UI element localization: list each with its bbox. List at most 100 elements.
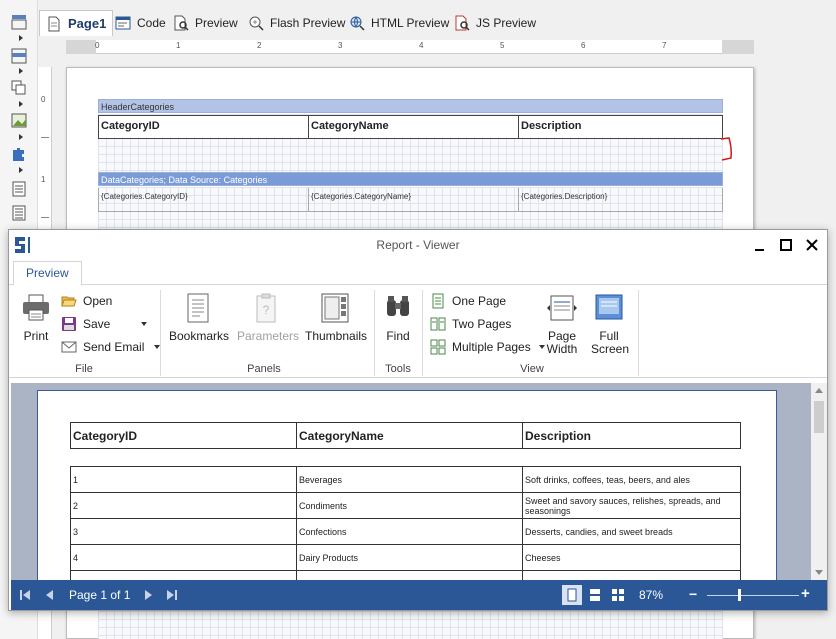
report-cell: 3 <box>70 518 297 545</box>
previous-page-icon[interactable] <box>44 589 56 601</box>
tab-label: Preview <box>195 16 238 30</box>
image-icon[interactable] <box>10 113 28 129</box>
zoom-in-button[interactable]: + <box>801 585 810 602</box>
components-icon[interactable] <box>10 80 28 96</box>
close-button[interactable] <box>803 236 821 254</box>
band-icon[interactable] <box>10 14 28 30</box>
grid-view-button[interactable] <box>608 585 628 605</box>
send-email-button[interactable]: Send Email <box>61 338 161 356</box>
zoom-slider-track[interactable] <box>707 595 799 596</box>
zoom-out-button[interactable]: − <box>689 586 697 602</box>
report-cell: 1 <box>70 466 297 493</box>
two-pages-button[interactable]: Two Pages <box>430 315 511 333</box>
ruler-number: 4 <box>419 41 424 50</box>
bookmarks-icon <box>182 292 214 324</box>
save-label: Save <box>83 317 111 331</box>
one-page-label: One Page <box>452 294 507 308</box>
header-cell[interactable]: CategoryName <box>308 115 519 139</box>
open-button[interactable]: Open <box>61 292 112 310</box>
folder-icon <box>61 293 77 309</box>
expand-arrow-icon[interactable] <box>19 101 23 107</box>
first-page-icon[interactable] <box>19 589 31 601</box>
report-cell: 4 <box>70 544 297 571</box>
cross-band-icon[interactable] <box>10 48 28 64</box>
find-button[interactable]: Find <box>381 292 415 343</box>
report-preview-area[interactable]: CategoryID CategoryName Description 1 Be… <box>11 383 811 580</box>
tab-flash-preview[interactable]: Flash Preview <box>248 10 345 36</box>
last-page-icon[interactable] <box>166 589 178 601</box>
next-page-icon[interactable] <box>142 589 154 601</box>
report-cell: Soft drinks, coffees, teas, beers, and a… <box>522 466 741 493</box>
zoom-slider-thumb[interactable] <box>738 589 742 601</box>
grid-pages-icon <box>612 589 624 601</box>
multiple-pages-button[interactable]: Multiple Pages <box>430 338 545 356</box>
tab-preview[interactable]: Preview <box>173 10 238 36</box>
continuous-view-button[interactable] <box>585 585 605 605</box>
report-header-cell: CategoryID <box>70 422 297 449</box>
data-field[interactable]: {Categories.CategoryName} <box>308 188 519 212</box>
vertical-scrollbar[interactable] <box>811 383 827 580</box>
floppy-disk-icon <box>61 316 77 332</box>
printer-icon <box>20 292 52 324</box>
single-page-view-button[interactable] <box>562 585 582 605</box>
ruler-number: 7 <box>662 41 667 50</box>
js-preview-icon <box>454 15 470 31</box>
header-cell[interactable]: Description <box>518 115 723 139</box>
full-screen-button[interactable]: Full Screen <box>591 292 629 356</box>
tab-label: HTML Preview <box>371 16 450 30</box>
minimize-button[interactable] <box>751 236 769 254</box>
page-width-button[interactable]: Page Width <box>544 292 580 356</box>
page-width-label-2: Width <box>546 342 578 356</box>
ruler-number: 1 <box>41 175 46 184</box>
tab-label: Code <box>137 16 166 30</box>
ribbon: Print Open Save Send Email File Bookmark… <box>9 286 827 378</box>
expand-arrow-icon[interactable] <box>19 35 23 41</box>
expand-arrow-icon[interactable] <box>19 167 23 173</box>
multiple-pages-label: Multiple Pages <box>452 340 531 354</box>
richtext-icon[interactable] <box>10 205 28 221</box>
puzzle-icon[interactable] <box>10 146 28 162</box>
horizontal-ruler: 0 1 2 3 4 5 6 7 <box>66 40 754 54</box>
group-separator <box>160 290 161 376</box>
tab-code[interactable]: Code <box>115 10 166 36</box>
window-titlebar[interactable]: Report - Viewer <box>9 230 827 260</box>
binoculars-icon <box>382 292 414 324</box>
header-band-title[interactable]: HeaderCategories <box>98 99 723 113</box>
scrollbar-thumb[interactable] <box>814 401 824 433</box>
report-cell <box>522 570 741 580</box>
tab-page1[interactable]: Page1 <box>39 10 114 36</box>
window-title: Report - Viewer <box>376 238 460 252</box>
preview-icon <box>173 15 189 31</box>
tab-js-preview[interactable]: JS Preview <box>454 10 536 36</box>
tab-label: Page1 <box>68 16 107 31</box>
maximize-button[interactable] <box>777 236 795 254</box>
red-annotation-mark <box>720 137 732 161</box>
viewer-statusbar: Page 1 of 1 87% − + <box>11 580 827 610</box>
continuous-pages-icon <box>590 589 600 601</box>
one-page-button[interactable]: One Page <box>430 292 506 310</box>
data-field[interactable]: {Categories.Description} <box>518 188 723 212</box>
view-group-label: View <box>520 363 544 375</box>
ribbon-tab-preview[interactable]: Preview <box>13 261 82 286</box>
expand-arrow-icon[interactable] <box>19 134 23 140</box>
report-cell: Sweet and savory sauces, relishes, sprea… <box>522 492 741 519</box>
scroll-down-icon[interactable] <box>815 570 823 576</box>
data-field[interactable]: {Categories.CategoryID} <box>98 188 309 212</box>
print-button[interactable]: Print <box>19 292 53 343</box>
expand-arrow-icon[interactable] <box>19 68 23 74</box>
ruler-margin <box>722 40 754 54</box>
save-button[interactable]: Save <box>61 315 148 333</box>
thumbnails-button[interactable]: Thumbnails <box>305 292 367 343</box>
ruler-number: 3 <box>338 41 343 50</box>
header-cell[interactable]: CategoryID <box>98 115 309 139</box>
text-icon[interactable] <box>10 181 28 197</box>
single-page-icon <box>567 588 577 602</box>
tab-label: Flash Preview <box>270 16 346 30</box>
chevron-down-icon[interactable] <box>141 322 148 326</box>
bookmarks-button[interactable]: Bookmarks <box>169 292 229 343</box>
report-cell: 2 <box>70 492 297 519</box>
data-band-title[interactable]: DataCategories; Data Source: Categories <box>98 172 723 186</box>
scroll-up-icon[interactable] <box>815 387 823 393</box>
tab-html-preview[interactable]: HTML Preview <box>349 10 449 36</box>
parameters-button[interactable]: ? Parameters <box>237 292 299 343</box>
